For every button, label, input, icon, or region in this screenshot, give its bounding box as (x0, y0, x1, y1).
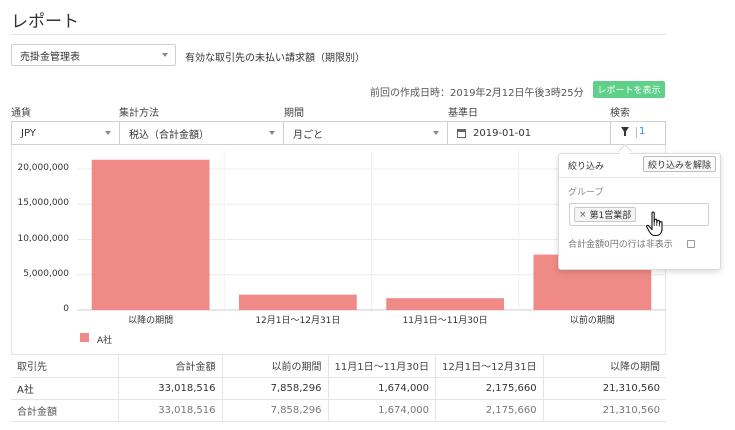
x-tick-label: 以前の期間 (569, 316, 615, 326)
table-cell: 21,310,560 (542, 399, 666, 422)
group-tag-label: 第1営業部 (589, 211, 632, 221)
table-row[interactable]: A社 33,018,516 7,858,296 1,674,000 2,175,… (11, 377, 666, 400)
x-tick-label: 12月1日〜12月31日 (255, 316, 341, 326)
table-cell: 2,175,660 (435, 377, 544, 400)
popup-divider (559, 177, 720, 178)
table-header-row: 取引先 合計金額 以前の期間 11月1日〜11月30日 12月1日〜12月31日… (11, 355, 666, 378)
table-header-cell: 合計金額 (117, 355, 222, 378)
table-cell: 1,674,000 (327, 377, 436, 400)
clear-filter-button[interactable]: 絞り込みを解除 (643, 156, 716, 172)
x-tick-label: 以降の期間 (128, 316, 174, 326)
y-tick-label: 5,000,000 (23, 268, 69, 279)
table-cell: 7,858,296 (221, 377, 328, 400)
table-header-cell: 11月1日〜11月30日 (327, 355, 436, 378)
table-header-cell: 取引先 (11, 355, 118, 378)
table-cell: 33,018,516 (117, 377, 222, 400)
hide-zero-label: 合計金額0円の行は非表示 (568, 240, 673, 250)
y-tick-label: 15,000,000 (17, 198, 69, 209)
hand-cursor-icon (646, 211, 663, 237)
table-cell: 7,858,296 (221, 399, 328, 422)
table-header-cell: 以降の期間 (542, 355, 666, 378)
chart-bar[interactable] (386, 298, 505, 310)
table-total-row: 合計金額 33,018,516 7,858,296 1,674,000 2,17… (11, 399, 666, 422)
chart-bar[interactable] (238, 294, 357, 310)
table-cell: 1,674,000 (327, 399, 436, 422)
table-cell: 21,310,560 (542, 377, 666, 400)
table-header-cell: 以前の期間 (221, 355, 328, 378)
table-cell: 2,175,660 (435, 399, 544, 422)
table-cell: 33,018,516 (117, 399, 222, 422)
table-cell: 合計金額 (11, 399, 118, 422)
hide-zero-checkbox[interactable] (687, 240, 695, 248)
table-cell: A社 (11, 377, 118, 400)
y-tick-label: 10,000,000 (17, 233, 69, 244)
group-tag[interactable]: × 第1営業部 (574, 207, 637, 222)
x-tick-label: 11月1日〜11月30日 (402, 316, 488, 326)
y-tick-label: 0 (63, 304, 69, 314)
legend-label: A社 (97, 336, 113, 346)
summary-table: 取引先 合計金額 以前の期間 11月1日〜11月30日 12月1日〜12月31日… (11, 355, 666, 422)
table-header-cell: 12月1日〜12月31日 (435, 355, 544, 378)
y-tick-label: 20,000,000 (17, 163, 69, 173)
group-label: グループ (568, 188, 604, 198)
legend-swatch (80, 333, 89, 342)
chart-bar[interactable] (91, 159, 210, 310)
tag-remove-icon[interactable]: × (579, 210, 587, 220)
popup-title: 絞り込み (568, 162, 605, 172)
